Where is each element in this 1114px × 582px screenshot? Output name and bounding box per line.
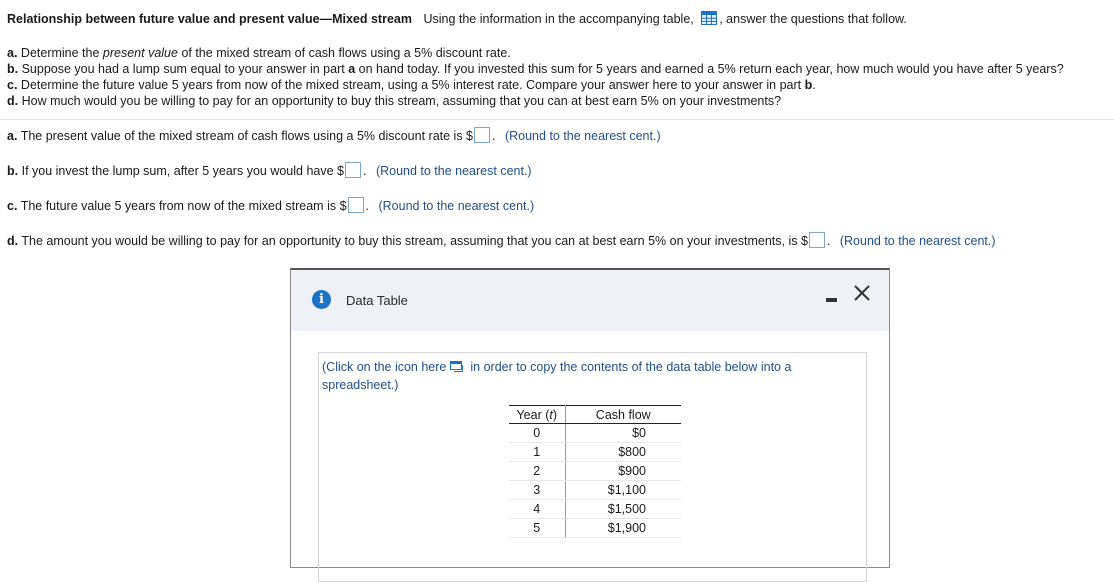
part-d: d. How much would you be willing to pay … bbox=[7, 94, 782, 108]
cash-flow-column-header: Cash flow bbox=[565, 405, 681, 424]
answer-input-c[interactable] bbox=[347, 197, 364, 213]
question-title: Relationship between future value and pr… bbox=[7, 12, 412, 26]
hint-d: (Round to the nearest cent.) bbox=[839, 234, 996, 248]
hint-a: (Round to the nearest cent.) bbox=[504, 129, 661, 143]
table-row: 3 $1,100 bbox=[509, 480, 681, 500]
hint-b: (Round to the nearest cent.) bbox=[375, 164, 532, 178]
question-intro-after: , answer the questions that follow. bbox=[719, 12, 907, 26]
dialog-header: i Data Table bbox=[291, 270, 889, 331]
question-parts: a. Determine the present value of the mi… bbox=[7, 45, 1064, 109]
question-intro: Using the information in the accompanyin… bbox=[423, 12, 694, 26]
dialog-body: (Click on the icon here in order to copy… bbox=[318, 352, 867, 582]
table-row: 5 $1,900 bbox=[509, 518, 681, 538]
answer-input-a[interactable] bbox=[474, 127, 491, 143]
cash-flow-table: Year (t) Cash flow 0 $0 1 $800 2 $900 3 … bbox=[509, 405, 681, 538]
copy-to-spreadsheet-icon[interactable] bbox=[450, 359, 464, 372]
answer-input-b[interactable] bbox=[344, 162, 361, 178]
hint-c: (Round to the nearest cent.) bbox=[378, 199, 535, 213]
answer-input-d[interactable] bbox=[808, 232, 825, 248]
answer-row-a: a. The present value of the mixed stream… bbox=[7, 127, 661, 143]
minimize-button[interactable] bbox=[826, 298, 837, 302]
divider bbox=[0, 119, 1114, 120]
dialog-title: Data Table bbox=[346, 293, 408, 308]
question-header: Relationship between future value and pr… bbox=[7, 11, 907, 26]
answer-row-d: d. The amount you would be willing to pa… bbox=[7, 232, 996, 248]
answer-row-b: b. If you invest the lump sum, after 5 y… bbox=[7, 162, 532, 178]
table-row: 2 $900 bbox=[509, 461, 681, 481]
table-row: 0 $0 bbox=[509, 423, 681, 443]
table-row: 1 $800 bbox=[509, 442, 681, 462]
close-button[interactable] bbox=[851, 284, 873, 306]
year-column-header: Year (t) bbox=[509, 405, 566, 424]
part-c: c. Determine the future value 5 years fr… bbox=[7, 78, 816, 92]
table-header-row: Year (t) Cash flow bbox=[509, 405, 681, 424]
part-b: b. Suppose you had a lump sum equal to y… bbox=[7, 62, 1064, 76]
answer-row-c: c. The future value 5 years from now of … bbox=[7, 197, 535, 213]
copy-note: (Click on the icon here in order to copy… bbox=[322, 359, 792, 392]
table-row: 4 $1,500 bbox=[509, 499, 681, 519]
data-table-dialog: i Data Table (Click on the icon here in … bbox=[290, 268, 890, 582]
part-a: a. Determine the present value of the mi… bbox=[7, 46, 511, 60]
info-icon: i bbox=[312, 290, 331, 309]
table-grid-icon[interactable] bbox=[701, 11, 718, 25]
close-icon bbox=[854, 285, 870, 301]
